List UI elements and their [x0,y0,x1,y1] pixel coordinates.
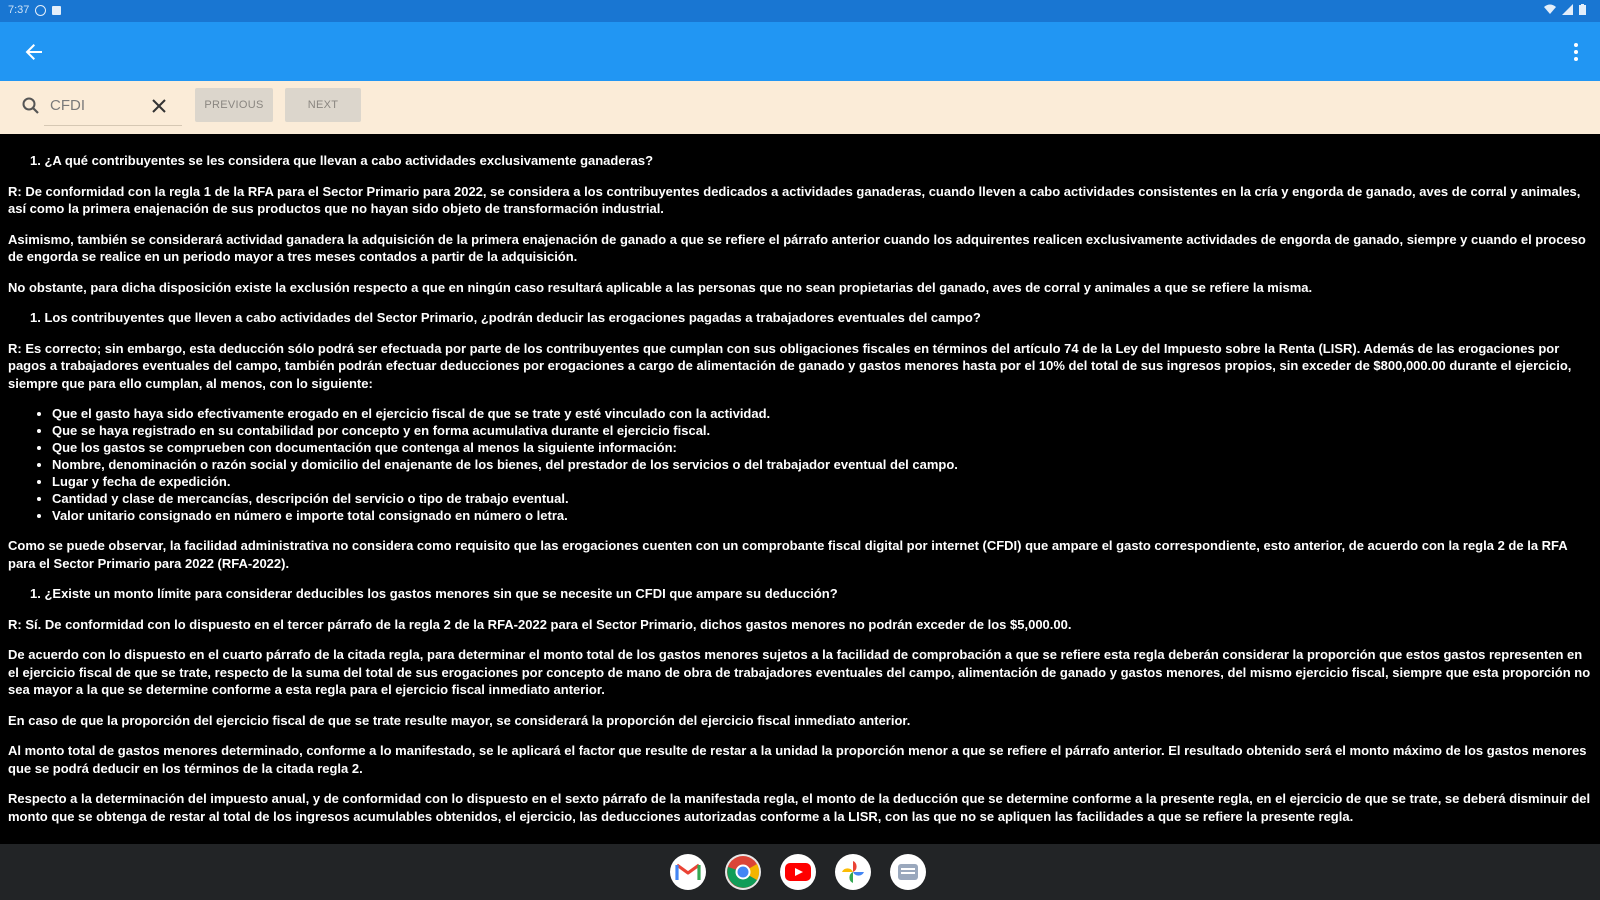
battery-icon [1579,4,1586,15]
app-bar [0,22,1600,81]
paragraph: No obstante, para dicha disposición exis… [8,279,1313,295]
gmail-icon[interactable] [670,854,706,890]
question-1: 1. ¿A qué contribuyentes se les consider… [30,153,654,168]
next-button[interactable]: NEXT [285,88,361,122]
list-item: Que se haya registrado en su contabilida… [52,422,1592,439]
answer-paragraph: R: Es correcto; sin embargo, esta deducc… [8,340,1572,391]
back-button[interactable] [20,38,48,66]
list-item: Lugar y fecha de expedición. [52,473,1592,490]
paragraph: De acuerdo con lo dispuesto en el cuarto… [8,647,1591,697]
status-bar: 7:37 [0,0,1600,22]
list-item: Cantidad y clase de mercancías, descripc… [52,490,1592,507]
previous-button[interactable]: PREVIOUS [195,88,273,122]
youtube-icon[interactable] [780,854,816,890]
list-item: Que el gasto haya sido efectivamente ero… [52,405,1592,422]
question-3: 1. ¿Existe un monto límite para consider… [30,586,838,601]
search-icon [22,97,39,114]
list-item: Valor unitario consignado en número e im… [52,507,1592,524]
list-item: Nombre, denominación o razón social y do… [52,456,1592,473]
paragraph: Al monto total de gastos menores determi… [8,743,1587,776]
list-item: Que los gastos se comprueben con documen… [52,439,1592,456]
messages-icon[interactable] [890,854,926,890]
status-time: 7:37 [8,4,30,16]
wifi-icon [1544,4,1556,14]
question-2: 1. Los contribuyentes que lleven a cabo … [30,310,981,325]
paragraph: Respecto a la determinación del impuesto… [8,791,1591,824]
requirements-list: Que el gasto haya sido efectivamente ero… [8,405,1592,524]
app-dock [0,844,1600,900]
find-input[interactable] [50,93,140,117]
sync-icon [35,4,47,16]
answer-paragraph: R: Sí. De conformidad con lo dispuesto e… [8,616,1072,632]
chrome-icon[interactable] [725,854,761,890]
find-input-underline [44,125,182,126]
lock-icon [52,5,62,15]
clear-icon[interactable] [148,95,170,117]
signal-icon [1562,4,1573,15]
find-in-page-bar: PREVIOUS NEXT [0,81,1600,134]
overflow-menu-button[interactable] [1566,38,1586,66]
paragraph: Asimismo, también se considerará activid… [8,231,1586,265]
article-content[interactable]: 1. ¿A qué contribuyentes se les consider… [0,134,1600,844]
paragraph: En caso de que la proporción del ejercic… [8,712,911,728]
answer-paragraph: R: De conformidad con la regla 1 de la R… [8,183,1581,217]
paragraph: Como se puede observar, la facilidad adm… [8,538,1568,571]
photos-icon[interactable] [835,854,871,890]
more-vert-icon [1574,43,1578,61]
arrow-back-icon [25,44,42,60]
